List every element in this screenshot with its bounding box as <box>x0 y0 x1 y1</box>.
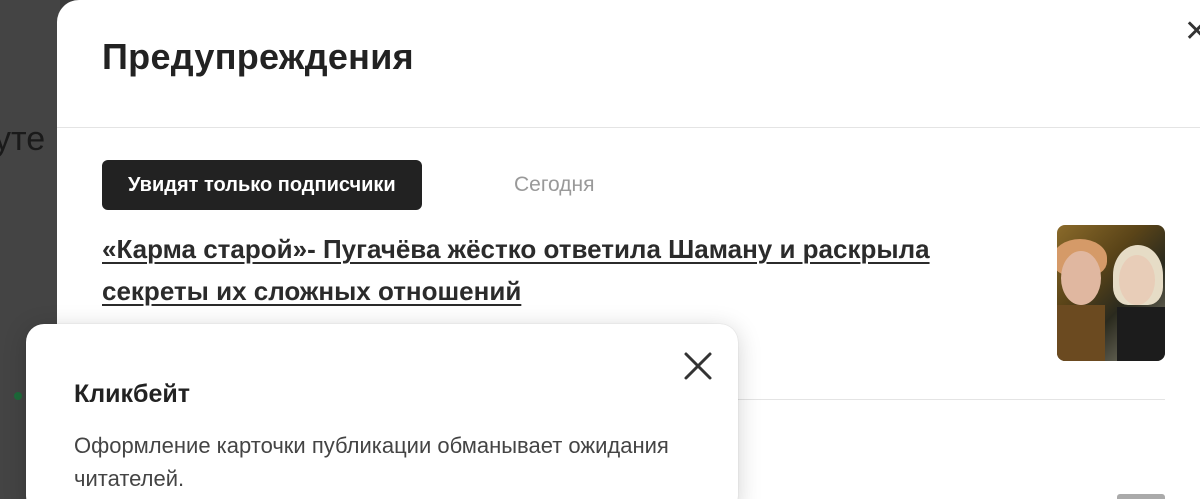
article-title-link[interactable]: «Карма старой»- Пугачёва жёстко ответила… <box>102 228 982 312</box>
popover-title: Кликбейт <box>74 380 190 408</box>
popover-description: Оформление карточки публикации обманывае… <box>74 433 669 491</box>
clickbait-popover: Кликбейт Оформление карточки публикации … <box>26 324 738 499</box>
close-icon[interactable]: ✕ <box>1184 17 1200 47</box>
modal-title: Предупреждения <box>102 36 414 77</box>
divider <box>57 127 1200 128</box>
article-thumbnail[interactable] <box>1057 225 1165 361</box>
background-text-fragment: уте <box>0 120 46 158</box>
thumbnail-shape <box>1057 305 1105 361</box>
next-item-thumbnail[interactable] <box>1117 494 1165 499</box>
close-icon[interactable] <box>680 348 716 384</box>
visibility-badge: Увидят только подписчики <box>102 160 422 210</box>
background-dot <box>14 392 22 400</box>
warning-date: Сегодня <box>514 173 595 196</box>
thumbnail-shape <box>1061 251 1101 305</box>
thumbnail-shape <box>1119 255 1155 305</box>
thumbnail-shape <box>1117 307 1165 361</box>
